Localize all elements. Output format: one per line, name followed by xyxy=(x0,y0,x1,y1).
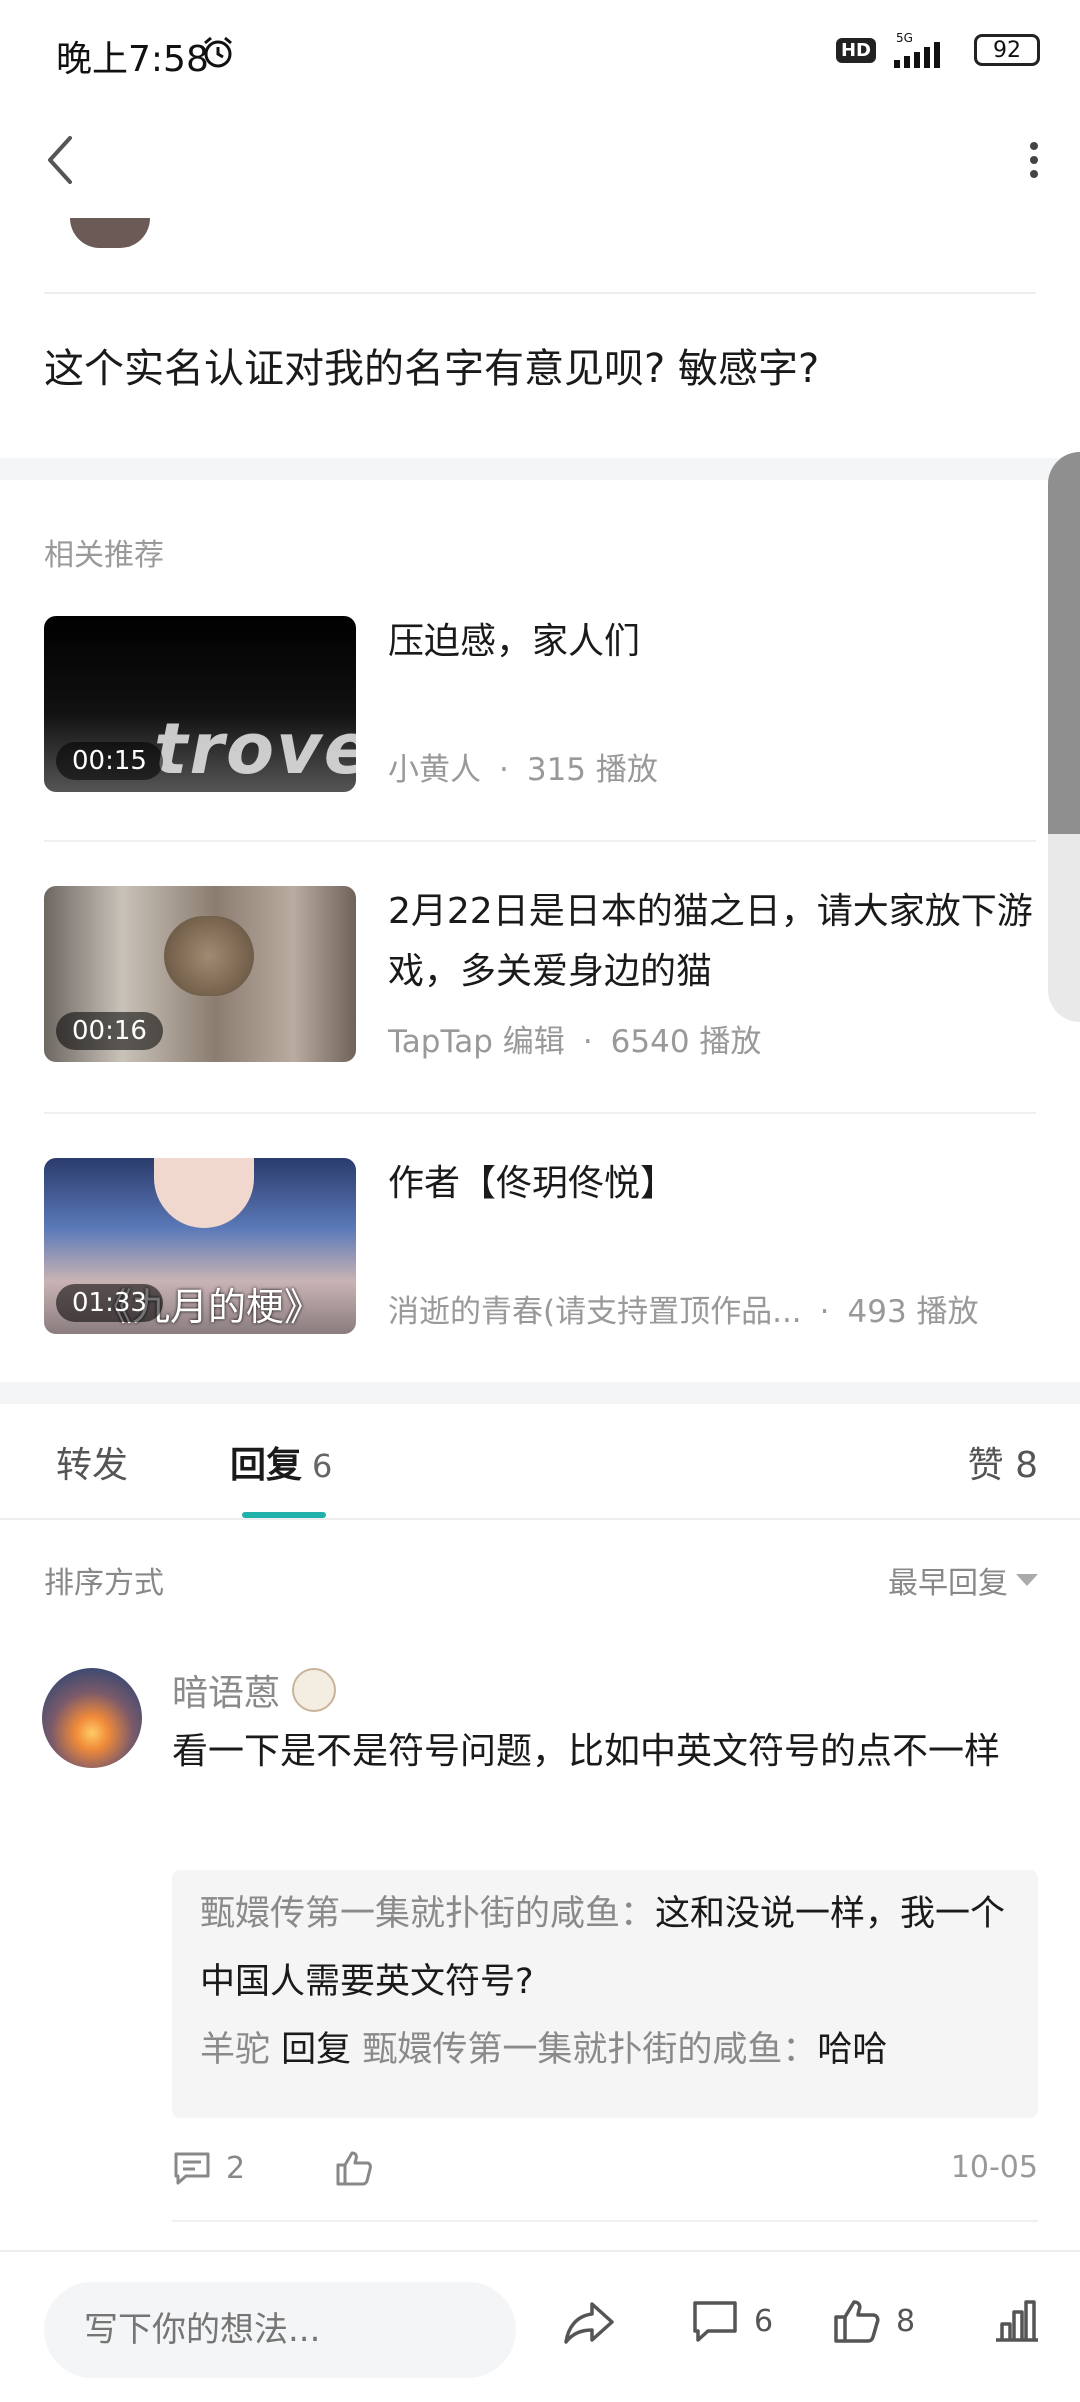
section-gap xyxy=(0,458,1080,480)
reply-item: 羊驼 回复 甄嬛传第一集就扑街的咸鱼：哈哈 xyxy=(200,2030,888,2070)
thumbnail-text: trove xyxy=(154,708,356,790)
share-button[interactable] xyxy=(562,2296,616,2350)
hd-badge: HD xyxy=(835,37,876,63)
sort-value: 最早回复 xyxy=(888,1566,1008,1601)
alarm-icon xyxy=(204,36,232,68)
comment-icon xyxy=(174,2152,210,2185)
side-scroll-thumb[interactable] xyxy=(1048,452,1080,834)
author-avatar[interactable] xyxy=(70,218,150,248)
status-icons: HD 5G 92 xyxy=(835,30,1040,70)
like-button[interactable]: 8 xyxy=(832,2296,915,2346)
video-thumbnail[interactable]: 《九月的梗》 01:33 xyxy=(44,1158,356,1334)
more-options-icon[interactable] xyxy=(1024,140,1044,180)
battery-indicator: 92 xyxy=(974,34,1040,66)
reply-text: 哈哈 xyxy=(817,2030,888,2070)
video-author[interactable]: 小黄人 xyxy=(388,752,481,788)
tab-reply-count: 6 xyxy=(312,1447,333,1485)
comment-text: 看一下是不是符号问题，比如中英文符号的点不一样 xyxy=(172,1731,1001,1772)
sort-label: 排序方式 xyxy=(44,1566,164,1601)
comment-like-button[interactable] xyxy=(334,2148,374,2188)
video-title[interactable]: 2月22日是日本的猫之日，请大家放下游戏，多关爱身边的猫 xyxy=(388,882,1048,1002)
related-section-label: 相关推荐 xyxy=(44,538,164,573)
video-plays: 315 播放 xyxy=(526,752,658,788)
video-thumbnail[interactable]: 00:16 xyxy=(44,886,356,1062)
divider xyxy=(172,2220,1038,2222)
share-icon xyxy=(564,2302,614,2344)
reply-target[interactable]: 甄嬛传第一集就扑街的咸鱼 xyxy=(362,2030,782,2070)
likes-count: 8 xyxy=(896,2303,916,2339)
video-title[interactable]: 作者【佟玥佟悦】 xyxy=(388,1154,1048,1214)
reply-word: 回复 xyxy=(281,2030,352,2070)
divider xyxy=(0,1518,1080,1520)
tab-reply[interactable]: 回复 6 xyxy=(230,1436,332,1488)
back-arrow-icon[interactable] xyxy=(40,130,80,190)
bar-chart-icon xyxy=(996,2300,1038,2342)
divider xyxy=(44,840,1036,842)
comments-button[interactable]: 6 xyxy=(690,2296,773,2346)
comment-icon xyxy=(693,2301,737,2342)
post-content: 这个实名认证对我的名字有意见呗? 敏感字? xyxy=(44,346,820,392)
status-time: 晚上7:58 xyxy=(56,39,209,80)
video-title[interactable]: 压迫感，家人们 xyxy=(388,612,1048,672)
comment-reply-count: 2 xyxy=(226,2150,246,2186)
signal-icon: 5G xyxy=(894,31,940,68)
divider xyxy=(44,292,1036,294)
video-plays: 493 播放 xyxy=(847,1294,979,1330)
video-meta: 消逝的青春(请支持置顶作品... · 493 播放 xyxy=(388,1294,979,1330)
video-duration: 01:33 xyxy=(56,1284,163,1322)
thumbs-up-icon xyxy=(336,2151,372,2186)
thumbs-up-icon xyxy=(834,2300,880,2343)
reply-preview-box[interactable]: 甄嬛传第一集就扑街的咸鱼：这和没说一样，我一个中国人需要英文符号? 羊驼 回复 … xyxy=(172,1870,1038,2118)
sort-dropdown[interactable]: 最早回复 xyxy=(888,1558,1038,1602)
video-author[interactable]: 消逝的青春(请支持置顶作品... xyxy=(388,1294,802,1330)
user-badge-icon xyxy=(292,1668,337,1712)
dropdown-arrow-icon xyxy=(1016,1574,1038,1586)
video-duration: 00:15 xyxy=(56,742,163,780)
kitten-image xyxy=(164,916,254,996)
reply-author[interactable]: 羊驼 xyxy=(200,2030,270,2070)
tab-reply-label: 回复 xyxy=(230,1445,303,1486)
comment-date: 10-05 xyxy=(950,2150,1038,2185)
divider xyxy=(44,1112,1036,1114)
comment-author[interactable]: 暗语蒽 xyxy=(172,1664,337,1716)
video-duration: 00:16 xyxy=(56,1012,163,1050)
comments-count: 6 xyxy=(754,2303,774,2339)
reply-item: 甄嬛传第一集就扑街的咸鱼：这和没说一样，我一个中国人需要英文符号? xyxy=(200,1894,1006,2002)
person-image xyxy=(154,1158,254,1228)
tab-like[interactable]: 赞 8 xyxy=(968,1436,1038,1488)
comment-input[interactable] xyxy=(44,2282,516,2378)
reply-author[interactable]: 甄嬛传第一集就扑街的咸鱼 xyxy=(200,1894,620,1934)
avatar[interactable] xyxy=(42,1668,142,1768)
section-gap xyxy=(0,1382,1080,1404)
stats-button[interactable] xyxy=(992,2296,1042,2346)
comment-author-name: 暗语蒽 xyxy=(172,1673,281,1714)
video-meta: 小黄人 · 315 播放 xyxy=(388,752,658,788)
video-meta: TapTap 编辑 · 6540 播放 xyxy=(388,1024,762,1060)
video-author[interactable]: TapTap 编辑 xyxy=(388,1024,565,1060)
tab-forward[interactable]: 转发 xyxy=(56,1436,128,1488)
comment-reply-button[interactable]: 2 xyxy=(172,2148,245,2188)
video-plays: 6540 播放 xyxy=(610,1024,762,1060)
video-thumbnail[interactable]: trove 00:15 xyxy=(44,616,356,792)
svg-text:5G: 5G xyxy=(896,31,913,45)
